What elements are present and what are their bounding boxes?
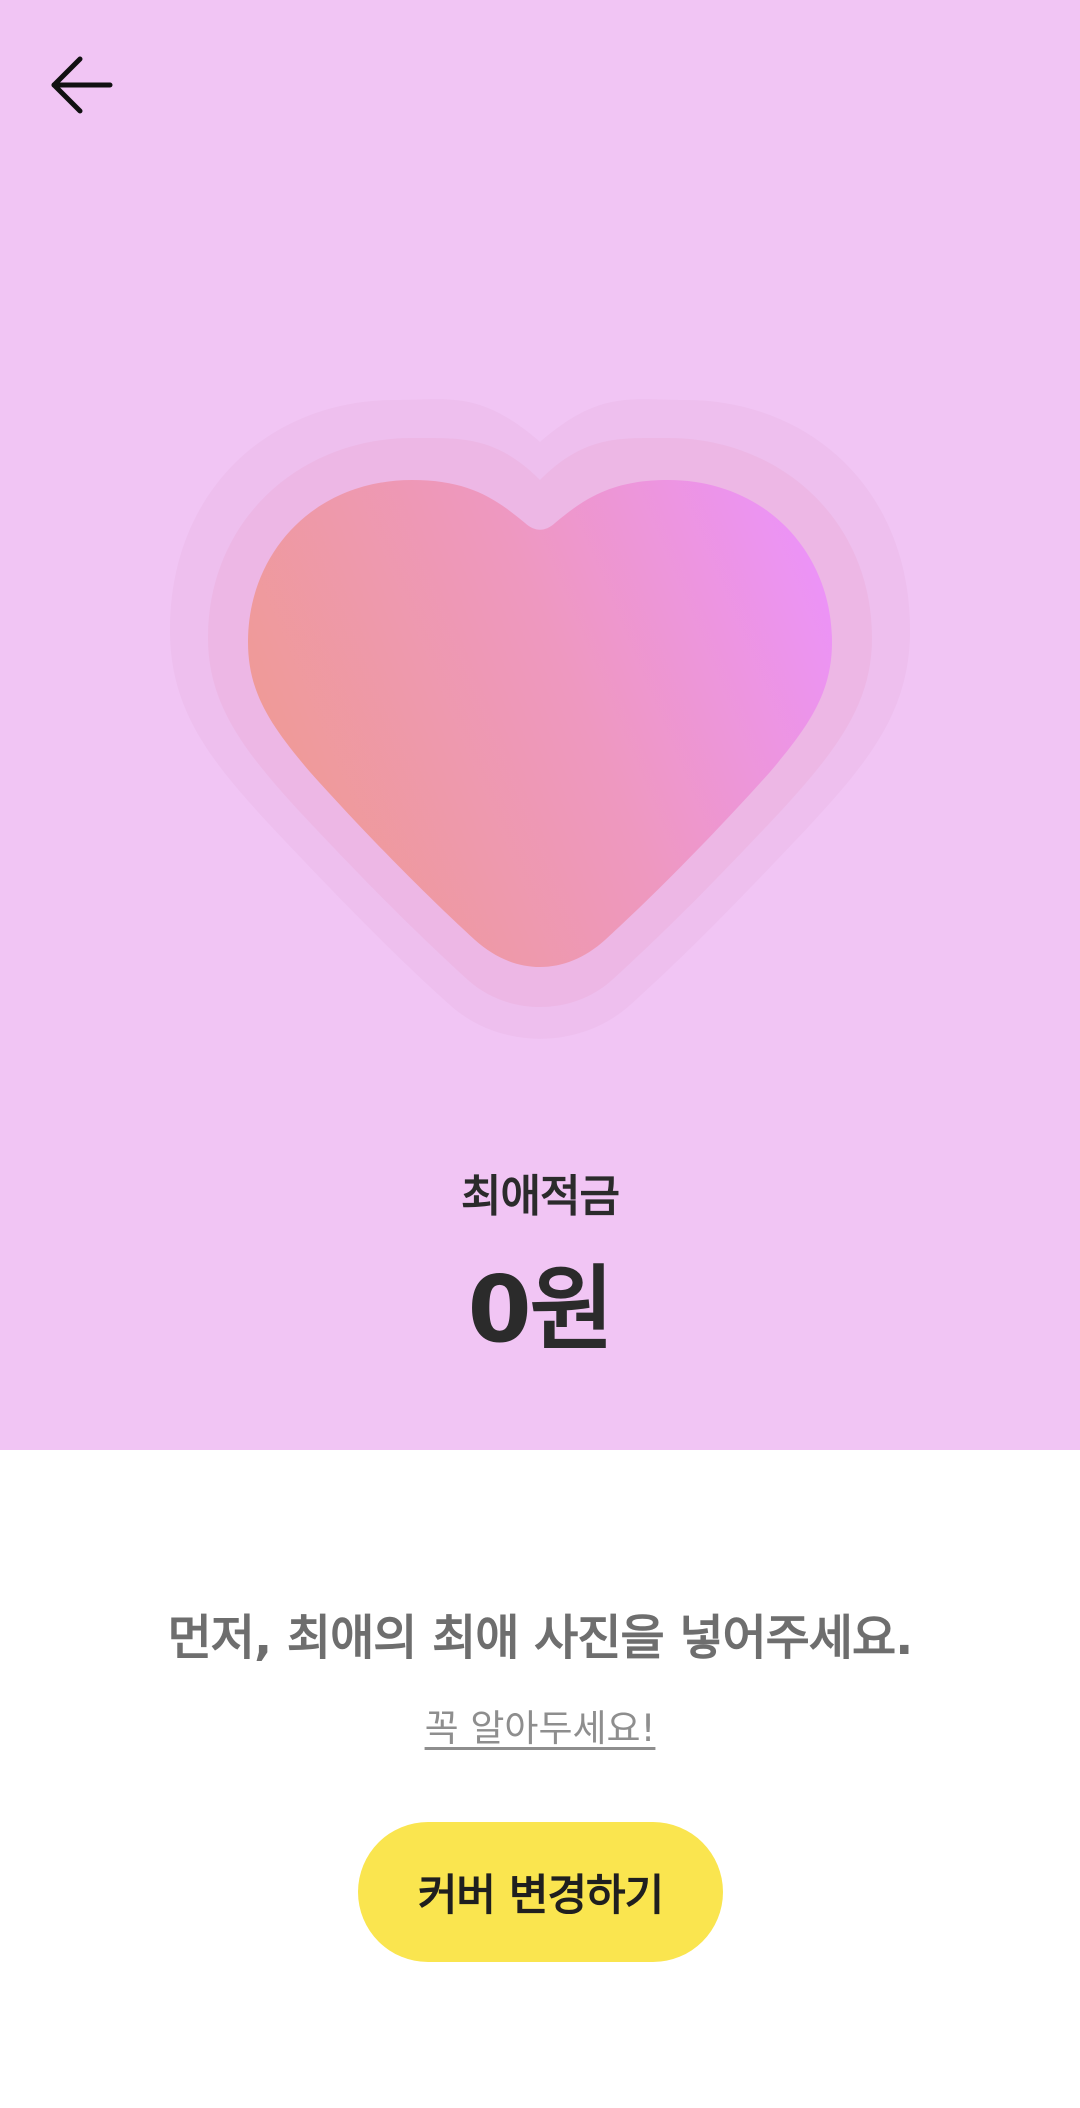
arrow-left-icon	[51, 56, 113, 114]
heart-illustration	[150, 380, 930, 1060]
notice-link-container: 꼭 알아두세요!	[0, 1698, 1080, 1752]
notice-link[interactable]: 꼭 알아두세요!	[425, 1707, 656, 1750]
instruction-text: 먼저, 최애의 최애 사진을 넣어주세요.	[167, 1610, 914, 1666]
heart-icon	[170, 399, 910, 1039]
change-cover-button[interactable]: 커버 변경하기	[358, 1822, 723, 1962]
product-title: 최애적금	[461, 1171, 620, 1222]
back-button[interactable]	[36, 40, 126, 130]
balance-amount: 0원	[467, 1256, 615, 1363]
hero-section: 최애적금 0원	[0, 0, 1080, 1450]
